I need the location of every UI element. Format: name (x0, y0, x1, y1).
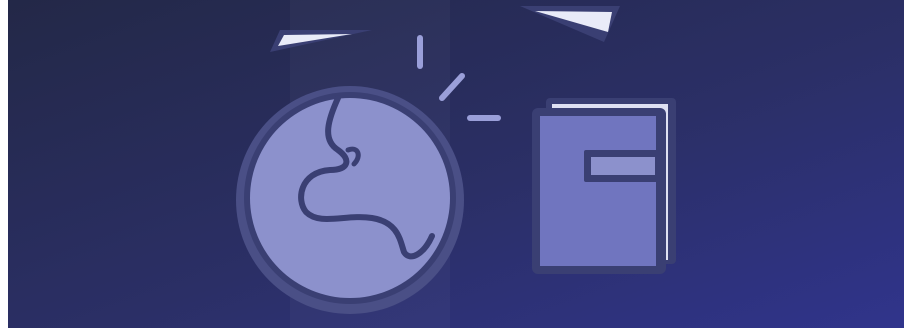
illustration-banner (0, 0, 912, 328)
frame-edge-left (0, 0, 8, 328)
illustration-canvas (0, 0, 912, 328)
globe-icon (236, 86, 464, 314)
frame-edge-right (904, 0, 912, 328)
book-icon (532, 98, 676, 274)
